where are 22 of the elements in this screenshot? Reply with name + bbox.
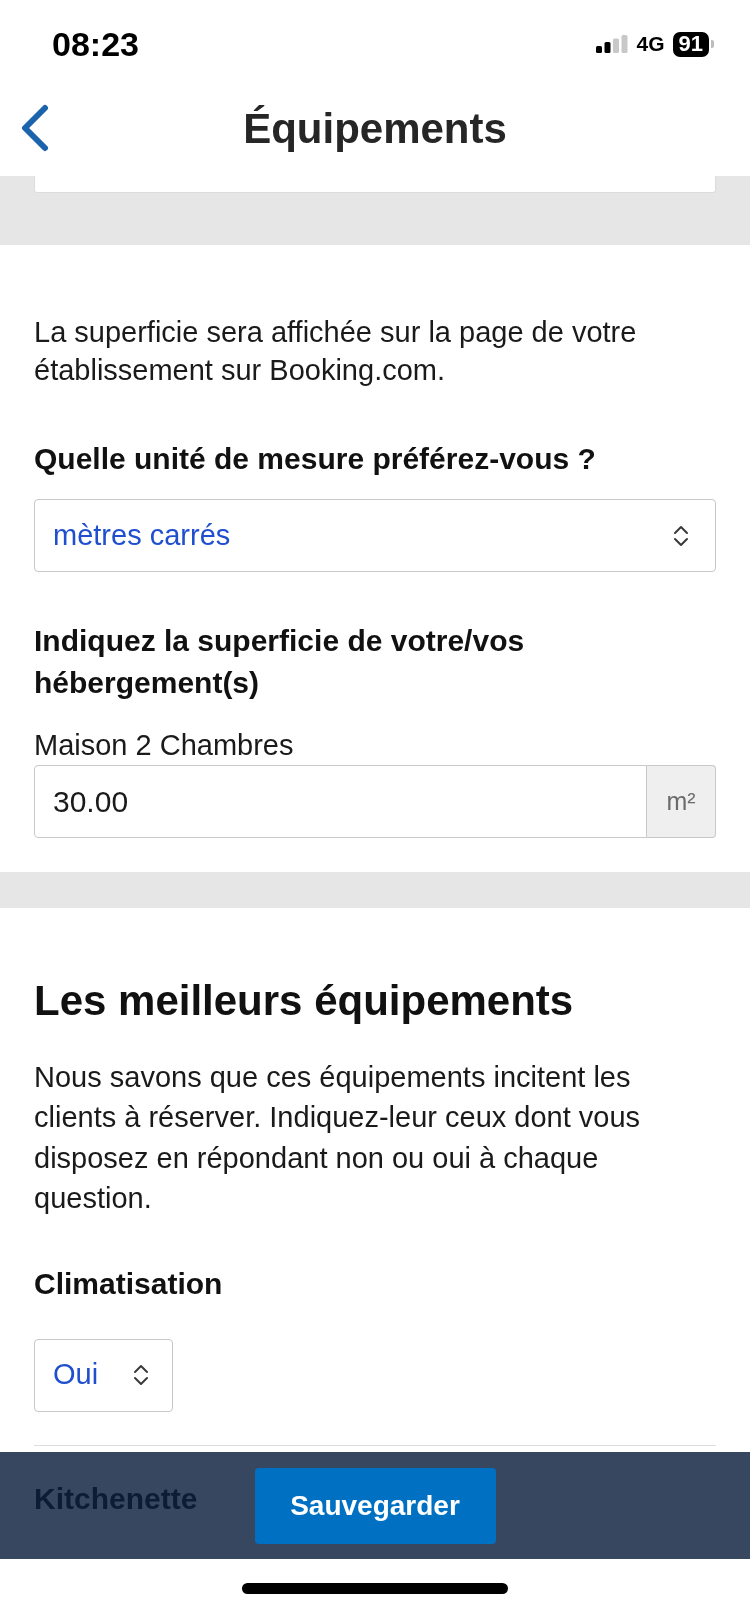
battery-badge: 91 [672,31,709,57]
room-label: Maison 2 Chambres [34,729,294,761]
page-title: Équipements [243,103,507,154]
back-chevron-icon [19,104,49,152]
question-label: Climatisation [34,1267,223,1300]
question-label: Indiquez la superficie de votre/vos hébergement(s) [34,623,526,701]
description-text: La superficie sera affichée sur la page de votre établissement sur Booking.com. [34,315,638,388]
chevron-updown-icon [133,1364,149,1387]
network-label: 4G [636,31,665,58]
area-input[interactable]: 30.00 [34,765,647,838]
battery-cap-icon [711,40,714,48]
question-label: Quelle unité de mesure préférez-vous ? [34,443,596,475]
section-title: Les meilleurs équipements [34,979,574,1023]
chevron-updown-icon [673,524,689,547]
back-button[interactable] [19,104,49,152]
unit-addon: m² [647,765,716,838]
save-button[interactable]: Sauvegarder [254,1467,496,1544]
status-time: 08:23 [52,23,139,65]
signal-icon [595,35,628,53]
select-field[interactable]: Oui [34,1338,173,1412]
description-text: Nous savons que ces équipements incitent les clients à réserver. Indiquez-leur ceux dont vous disposez en répondant non ou oui à chaque question. [34,1060,642,1217]
select-field[interactable]: mètres carrés [34,499,716,572]
